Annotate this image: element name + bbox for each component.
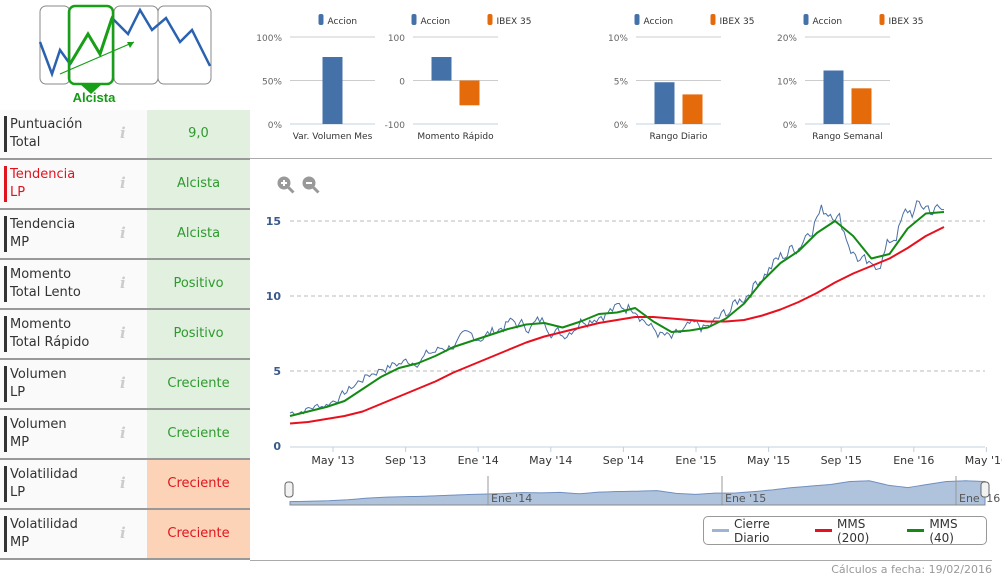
price-chart: 0 5 10 15 May '13 Sep '13 Ene '14 May '14 Sep '1…: [266, 200, 1002, 506]
x-tick-label: May '13: [311, 454, 354, 467]
indicator-label: Volatilidad MP: [10, 517, 78, 550]
navigator-handle-left[interactable]: [284, 481, 294, 498]
y-tick-label: 0: [273, 440, 281, 453]
y-tick-label: 15: [266, 215, 281, 228]
chart-legend: Cierre Diario MMS (200) MMS (40): [703, 516, 987, 545]
x-tick-label: Sep '15: [821, 454, 862, 467]
divider: [250, 560, 992, 561]
legend-label: Cierre Diario: [733, 516, 770, 545]
calc-date: Cálculos a fecha: 19/02/2016: [831, 563, 992, 576]
series-cierre-diario: [289, 200, 945, 416]
navigator-tick-label: Ene '16: [959, 492, 1000, 505]
x-tick-label: May '16: [965, 454, 1002, 467]
navigator-tick-label: Ene '15: [725, 492, 766, 505]
x-tick-label: May '14: [529, 454, 572, 467]
legend-label: MMS (40): [929, 516, 958, 545]
series-mms-200-: [289, 226, 945, 425]
navigator-tick-label: Ene '14: [491, 492, 532, 505]
legend-close[interactable]: Cierre Diario: [712, 517, 809, 545]
x-tick-label: Sep '14: [603, 454, 644, 467]
x-tick-label: Ene '14: [458, 454, 499, 467]
legend-mms200[interactable]: MMS (200): [815, 517, 901, 545]
navigator-handle-right[interactable]: [980, 481, 990, 498]
legend-mms40[interactable]: MMS (40): [907, 517, 986, 545]
legend-label: MMS (200): [837, 516, 870, 545]
x-tick-label: Ene '15: [675, 454, 716, 467]
x-tick-label: May '15: [747, 454, 790, 467]
row-marker: [4, 516, 7, 552]
y-tick-label: 10: [266, 290, 282, 303]
x-tick-label: Sep '13: [385, 454, 426, 467]
y-tick-label: 5: [273, 365, 281, 378]
series-mms-40-: [289, 211, 945, 417]
navigator-area: [289, 480, 986, 506]
x-tick-label: Ene '16: [893, 454, 934, 467]
info-icon[interactable]: i: [120, 524, 126, 542]
